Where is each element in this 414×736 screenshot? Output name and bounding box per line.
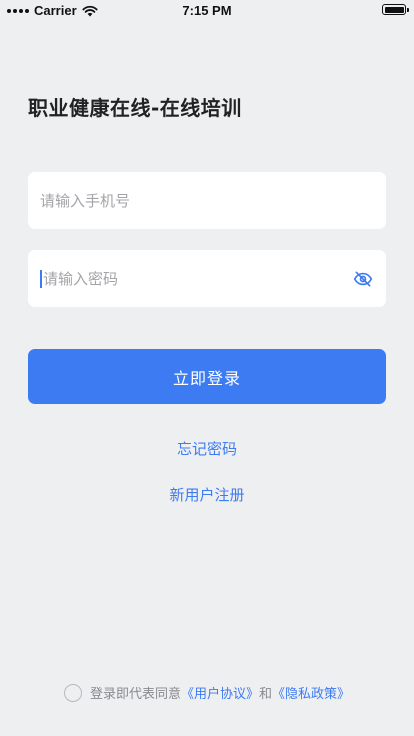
status-bar: Carrier 7:15 PM xyxy=(0,0,414,20)
agreement-checkbox[interactable] xyxy=(63,683,82,702)
page-title: 职业健康在线-在线培训 xyxy=(28,96,242,120)
battery-icon xyxy=(382,4,409,15)
register-link[interactable]: 新用户注册 xyxy=(0,484,414,505)
agreement-prefix: 登录即代表同意 xyxy=(89,687,181,702)
password-input[interactable] xyxy=(43,250,344,307)
login-button[interactable]: 立即登录 xyxy=(28,349,386,404)
user-agreement-link[interactable]: 《用户协议》 xyxy=(181,683,259,702)
agreement-row: 登录即代表同意 《用户协议》 和 《隐私政策》 xyxy=(0,683,414,702)
agreement-and: 和 xyxy=(259,687,273,702)
password-field-card[interactable] xyxy=(28,250,386,307)
phone-input[interactable] xyxy=(40,172,374,229)
eye-off-icon[interactable] xyxy=(352,268,374,290)
phone-field-card[interactable] xyxy=(28,172,386,229)
forgot-password-link[interactable]: 忘记密码 xyxy=(0,438,414,459)
privacy-policy-link[interactable]: 《隐私政策》 xyxy=(272,683,350,702)
text-caret xyxy=(40,269,42,288)
status-time: 7:15 PM xyxy=(182,3,232,18)
